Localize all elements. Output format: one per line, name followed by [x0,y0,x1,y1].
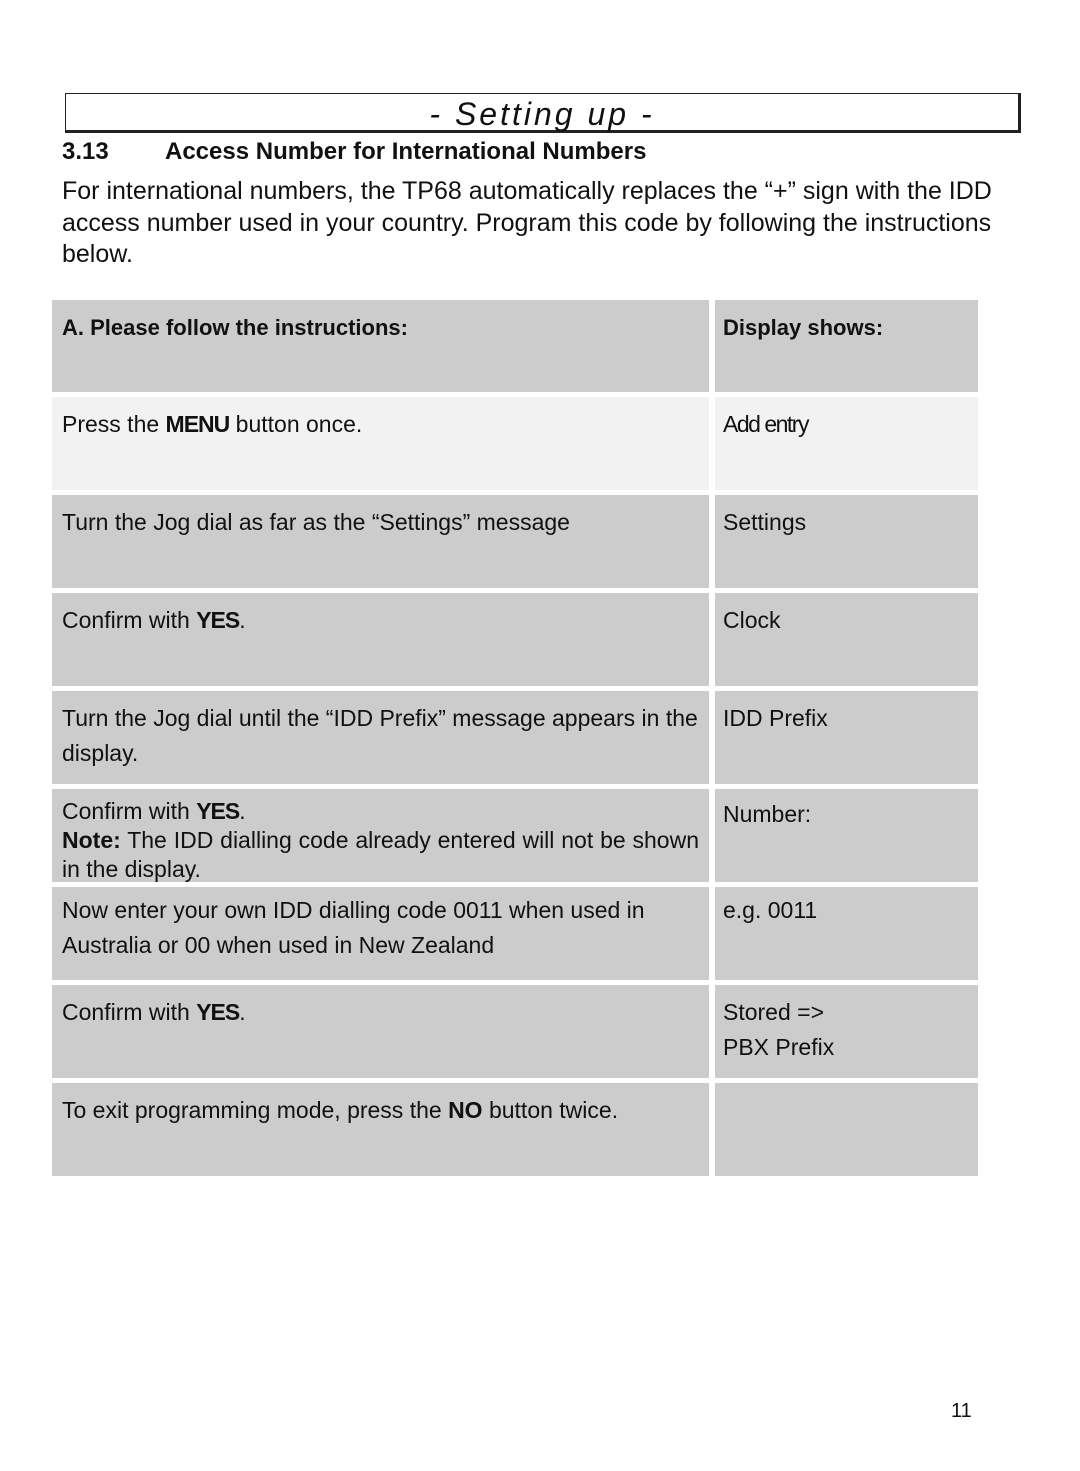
instruction-text: Confirm with [62,607,197,633]
display-cell: Add entry [715,397,978,490]
instruction-cell: Press the MENU button once. [52,397,709,490]
section-title: Access Number for International Numbers [165,138,647,165]
header-display: Display shows: [715,300,978,392]
section-number: 3.13 [62,138,109,165]
section-heading: 3.13 Access Number for International Numb… [62,138,646,166]
instruction-cell: Now enter your own IDD dialling code 001… [52,887,709,980]
instruction-cell: Turn the Jog dial until the “IDD Prefix”… [52,691,709,784]
note-label: Note: [62,827,121,853]
table-row: Confirm with YES. Stored => PBX Prefix [52,985,978,1078]
instruction-text: . [239,999,246,1025]
button-name: YES [196,798,240,824]
instruction-text: Confirm with [62,999,197,1025]
instruction-text: Press the [62,411,166,437]
table-row: Press the MENU button once. Add entry [52,397,978,490]
instruction-text: button twice. [482,1097,619,1123]
table-header-row: A. Please follow the instructions: Displ… [52,300,978,392]
button-name: YES [196,999,240,1025]
instruction-text: button once. [229,411,363,437]
instructions-table: A. Please follow the instructions: Displ… [52,300,978,1181]
instruction-cell: Turn the Jog dial as far as the “Setting… [52,495,709,588]
button-name: MENU [165,411,231,437]
instruction-cell: To exit programming mode, press the NO b… [52,1083,709,1176]
display-cell [715,1083,978,1176]
table-row: Confirm with YES. Note: The IDD dialling… [52,789,978,882]
instruction-cell: Confirm with YES. [52,985,709,1078]
table-row: Now enter your own IDD dialling code 001… [52,887,978,980]
intro-paragraph: For international numbers, the TP68 auto… [62,177,992,268]
table-row: Confirm with YES. Clock [52,593,978,686]
table-row: To exit programming mode, press the NO b… [52,1083,978,1176]
header-instructions: A. Please follow the instructions: [52,300,709,392]
display-line: Stored => [723,999,825,1025]
table-row: Turn the Jog dial as far as the “Setting… [52,495,978,588]
button-name: YES [196,607,240,633]
instruction-cell: Confirm with YES. Note: The IDD dialling… [52,789,709,882]
display-cell: Stored => PBX Prefix [715,985,978,1078]
note-text: The IDD dialling code already entered wi… [62,827,699,882]
display-line: PBX Prefix [723,1034,835,1060]
instruction-text: . [239,607,246,633]
display-cell: Clock [715,593,978,686]
note: Note: The IDD dialling code already ente… [62,826,699,884]
instruction-text: To exit programming mode, press the [62,1097,449,1123]
button-name: NO [448,1097,483,1123]
display-cell: Settings [715,495,978,588]
page-number: 11 [951,1400,972,1422]
instruction-cell: Confirm with YES. [52,593,709,686]
display-cell: e.g. 0011 [715,887,978,980]
display-cell: Number: [715,789,978,882]
instruction-text: Confirm with [62,798,197,824]
chapter-header-box: - Setting up - [65,93,1021,133]
chapter-title: - Setting up - [429,96,655,132]
display-cell: IDD Prefix [715,691,978,784]
instruction-text: . [239,798,246,824]
table-row: Turn the Jog dial until the “IDD Prefix”… [52,691,978,784]
